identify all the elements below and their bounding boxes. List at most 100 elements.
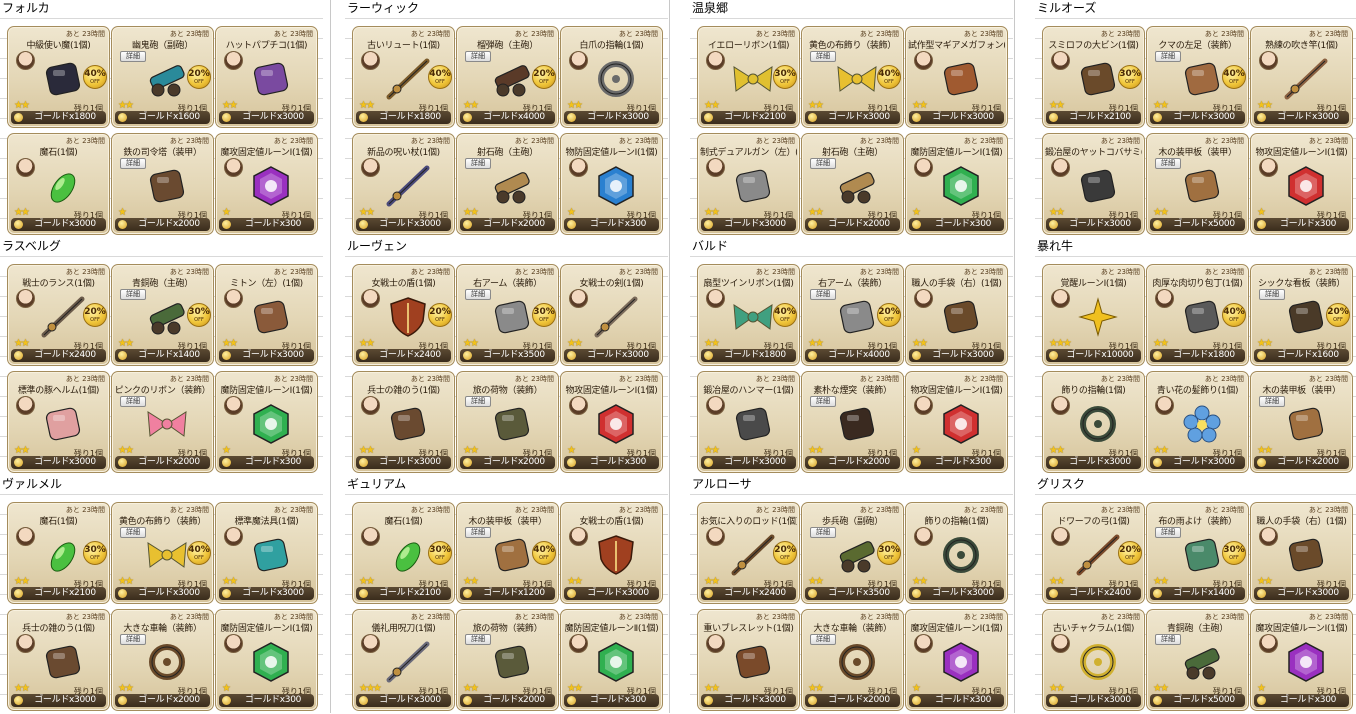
buy-button[interactable]: ゴールドx3000 — [356, 694, 451, 707]
item-card[interactable]: あと 23時間 シックな看板（装飾） 詳細 20% OFF ★★ 残り1個 ゴールドx1600 — [1250, 264, 1353, 366]
buy-button[interactable]: ゴールドx3500 — [805, 587, 900, 600]
buy-button[interactable]: ゴールドx2000 — [805, 694, 900, 707]
item-card[interactable]: あと 23時間鍛冶屋のヤットコバサミ(1個)★★残り1個ゴールドx3000 — [1042, 133, 1145, 235]
item-card[interactable]: あと 23時間 旅の荷物（装飾） 詳細 ★★ 残り1個 ゴールドx2000 — [456, 371, 559, 473]
buy-button[interactable]: ゴールドx300 — [909, 694, 1004, 707]
item-card[interactable]: あと 23時間 職人の手袋（右）(1個) ★★ 残り1個 ゴールドx3000 — [1250, 502, 1353, 604]
buy-button[interactable]: ゴールドx4000 — [460, 111, 555, 124]
buy-button[interactable]: ゴールドx3000 — [1254, 111, 1349, 124]
buy-button[interactable]: ゴールドx3000 — [356, 456, 451, 469]
item-card[interactable]: あと 23時間 物攻固定値ルーンⅠ(1個) ★ 残り1個 ゴールドx300 — [1250, 133, 1353, 235]
buy-button[interactable]: ゴールドx3000 — [219, 349, 314, 362]
item-card[interactable]: あと 23時間 鉄の司令塔（装甲） 詳細 ★ 残り1個 ゴールドx2000 — [111, 133, 214, 235]
buy-button[interactable]: ゴールドx300 — [909, 456, 1004, 469]
buy-button[interactable]: ゴールドx2000 — [115, 694, 210, 707]
item-card[interactable]: あと 23時間 魔攻固定値ルーンⅠ(1個) ★ 残り1個 ゴールドx300 — [1250, 609, 1353, 711]
item-card[interactable]: あと 23時間 ピンクのリボン（装飾） 詳細 ★★ 残り1個 ゴールドx2000 — [111, 371, 214, 473]
item-card[interactable]: あと 23時間 大きな車輪（装飾） 詳細 ★★ 残り1個 ゴールドx2000 — [801, 609, 904, 711]
buy-button[interactable]: ゴールドx2000 — [805, 218, 900, 231]
item-card[interactable]: あと 23時間 右アーム（装飾） 詳細 30% OFF ★★ 残り1個 ゴールドx3500 — [456, 264, 559, 366]
buy-button[interactable]: ゴールドx2000 — [115, 218, 210, 231]
item-card[interactable]: あと 23時間 青銅砲（主砲） 詳細 30% OFF ★★ 残り1個 ゴールドx1400 — [111, 264, 214, 366]
buy-button[interactable]: ゴールドx3000 — [1046, 694, 1141, 707]
buy-button[interactable]: ゴールドx2000 — [460, 694, 555, 707]
buy-button[interactable]: ゴールドx2100 — [11, 587, 106, 600]
buy-button[interactable]: ゴールドx300 — [564, 694, 659, 707]
buy-button[interactable]: ゴールドx2000 — [460, 218, 555, 231]
item-card[interactable]: あと 23時間 古いリュート(1個) 40% OFF ★★ 残り1個 ゴールドx1800 — [352, 26, 455, 128]
buy-button[interactable]: ゴールドx3000 — [701, 694, 796, 707]
item-card[interactable]: あと 23時間 木の装甲板（装甲） 詳細 ★★ 残り1個 ゴールドx5000 — [1146, 133, 1249, 235]
buy-button[interactable]: ゴールドx3500 — [460, 349, 555, 362]
buy-button[interactable]: ゴールドx3000 — [564, 349, 659, 362]
item-card[interactable]: あと 23時間 物防固定値ルーンⅠ(1個) ★ 残り1個 ゴールドx300 — [560, 133, 663, 235]
item-card[interactable]: あと 23時間 重いブレスレット(1個) ★★ 残り1個 ゴールドx3000 — [697, 609, 800, 711]
item-card[interactable]: あと 23時間 扇型ツインリボン(1個) 40% OFF ★★ 残り1個 ゴールドx1800 — [697, 264, 800, 366]
buy-button[interactable]: ゴールドx2100 — [1046, 111, 1141, 124]
item-card[interactable]: あと 23時間 中級使い魔(1個) 40% OFF ★★ 残り1個 ゴールドx1800 — [7, 26, 110, 128]
buy-button[interactable]: ゴールドx2400 — [11, 349, 106, 362]
buy-button[interactable]: ゴールドx1800 — [701, 349, 796, 362]
buy-button[interactable]: ゴールドx1400 — [1150, 587, 1245, 600]
item-card[interactable]: あと 23時間 魔石(1個) ★★ 残り1個 ゴールドx3000 — [7, 133, 110, 235]
buy-button[interactable]: ゴールドx3000 — [564, 111, 659, 124]
item-card[interactable]: あと 23時間 白爪の指輪(1個) ★★ 残り1個 ゴールドx3000 — [560, 26, 663, 128]
item-card[interactable]: あと 23時間 新品の呪い杖(1個) ★★ 残り1個 ゴールドx3000 — [352, 133, 455, 235]
buy-button[interactable]: ゴールドx1800 — [1150, 349, 1245, 362]
item-card[interactable]: あと 23時間 物攻固定値ルーンⅠ(1個) ★ 残り1個 ゴールドx300 — [905, 371, 1008, 473]
item-card[interactable]: あと 23時間 ドワーフの弓(1個) 20% OFF ★★ 残り1個 ゴールドx2400 — [1042, 502, 1145, 604]
item-card[interactable]: あと 23時間 黄色の布飾り（装飾） 詳細 40% OFF ★★ 残り1個 ゴールドx3000 — [801, 26, 904, 128]
item-card[interactable]: あと 23時間 射石砲（主砲） 詳細 ★★ 残り1個 ゴールドx2000 — [801, 133, 904, 235]
buy-button[interactable]: ゴールドx3000 — [701, 218, 796, 231]
buy-button[interactable]: ゴールドx3000 — [115, 587, 210, 600]
item-card[interactable]: あと 23時間 古いチャクラム(1個) ★★ 残り1個 ゴールドx3000 — [1042, 609, 1145, 711]
item-card[interactable]: あと 23時間 魔防固定値ルーンⅠ(1個) ★ 残り1個 ゴールドx300 — [905, 133, 1008, 235]
item-card[interactable]: あと 23時間 射石砲（主砲） 詳細 ★★ 残り1個 ゴールドx2000 — [456, 133, 559, 235]
item-card[interactable]: あと 23時間 魔防固定値ルーンⅠ(1個) ★ 残り1個 ゴールドx300 — [215, 371, 318, 473]
item-card[interactable]: あと 23時間 右アーム（装飾） 詳細 20% OFF ★★ 残り1個 ゴールドx4000 — [801, 264, 904, 366]
buy-button[interactable]: ゴールドx3000 — [1150, 111, 1245, 124]
buy-button[interactable]: ゴールドx3000 — [1046, 456, 1141, 469]
item-card[interactable]: あと 23時間 黄色の布飾り（装飾） 詳細 40% OFF ★★ 残り1個 ゴールドx3000 — [111, 502, 214, 604]
item-card[interactable]: あと 23時間 青銅砲（主砲） 詳細 ★★ 残り1個 ゴールドx5000 — [1146, 609, 1249, 711]
buy-button[interactable]: ゴールドx300 — [219, 694, 314, 707]
buy-button[interactable]: ゴールドx300 — [564, 218, 659, 231]
buy-button[interactable]: ゴールドx1200 — [460, 587, 555, 600]
item-card[interactable]: あと 23時間 旅の荷物（装飾） 詳細 ★★ 残り1個 ゴールドx2000 — [456, 609, 559, 711]
buy-button[interactable]: ゴールドx3000 — [219, 111, 314, 124]
item-card[interactable]: あと 23時間 標準の豚ヘルム(1個) ★★ 残り1個 ゴールドx3000 — [7, 371, 110, 473]
buy-button[interactable]: ゴールドx3000 — [11, 694, 106, 707]
item-card[interactable]: あと 23時間 ミトン（左）(1個) ★★ 残り1個 ゴールドx3000 — [215, 264, 318, 366]
item-card[interactable]: あと 23時間 魔石(1個) 30% OFF ★★ 残り1個 ゴールドx2100 — [7, 502, 110, 604]
item-card[interactable]: あと 23時間 覚醒ルーンⅠ(1個) ★★★ 残り1個 ゴールドx10000 — [1042, 264, 1145, 366]
buy-button[interactable]: ゴールドx3000 — [701, 456, 796, 469]
item-card[interactable]: あと 23時間 職人の手袋（右）(1個) ★★ 残り1個 ゴールドx3000 — [905, 264, 1008, 366]
item-card[interactable]: あと 23時間 儀礼用呪刀(1個) ★★★ 残り1個 ゴールドx3000 — [352, 609, 455, 711]
item-card[interactable]: あと 23時間 布の雨よけ（装飾） 詳細 30% OFF ★★ 残り1個 ゴールドx1400 — [1146, 502, 1249, 604]
buy-button[interactable]: ゴールドx300 — [909, 218, 1004, 231]
buy-button[interactable]: ゴールドx2400 — [701, 587, 796, 600]
item-card[interactable]: あと 23時間 鍛冶屋のハンマー(1個) ★★ 残り1個 ゴールドx3000 — [697, 371, 800, 473]
item-card[interactable]: あと 23時間制式デュアルガン（左）(1個)★★残り1個ゴールドx3000 — [697, 133, 800, 235]
item-card[interactable]: あと 23時間 魔防固定値ルーンⅠ(1個) ★ 残り1個 ゴールドx300 — [215, 609, 318, 711]
item-card[interactable]: あと 23時間試作型マギアメガフォン(1個)★★残り1個ゴールドx3000 — [905, 26, 1008, 128]
item-card[interactable]: あと 23時間 肉厚な肉切り包丁(1個) 40% OFF ★★ 残り1個 ゴールドx1800 — [1146, 264, 1249, 366]
buy-button[interactable]: ゴールドx5000 — [1150, 218, 1245, 231]
buy-button[interactable]: ゴールドx3000 — [805, 111, 900, 124]
buy-button[interactable]: ゴールドx2400 — [356, 349, 451, 362]
buy-button[interactable]: ゴールドx3000 — [909, 111, 1004, 124]
buy-button[interactable]: ゴールドx3000 — [11, 456, 106, 469]
item-card[interactable]: あと 23時間 ハットパプチコ(1個) ★★ 残り1個 ゴールドx3000 — [215, 26, 318, 128]
buy-button[interactable]: ゴールドx3000 — [909, 587, 1004, 600]
buy-button[interactable]: ゴールドx3000 — [1046, 218, 1141, 231]
buy-button[interactable]: ゴールドx2000 — [115, 456, 210, 469]
buy-button[interactable]: ゴールドx3000 — [356, 218, 451, 231]
buy-button[interactable]: ゴールドx1600 — [1254, 349, 1349, 362]
buy-button[interactable]: ゴールドx300 — [219, 456, 314, 469]
buy-button[interactable]: ゴールドx1800 — [11, 111, 106, 124]
item-card[interactable]: あと 23時間 兵士の雑のう(1個) ★★ 残り1個 ゴールドx3000 — [7, 609, 110, 711]
buy-button[interactable]: ゴールドx3000 — [219, 587, 314, 600]
buy-button[interactable]: ゴールドx1600 — [115, 111, 210, 124]
item-card[interactable]: あと 23時間 魔石(1個) 30% OFF ★★ 残り1個 ゴールドx2100 — [352, 502, 455, 604]
buy-button[interactable]: ゴールドx4000 — [805, 349, 900, 362]
